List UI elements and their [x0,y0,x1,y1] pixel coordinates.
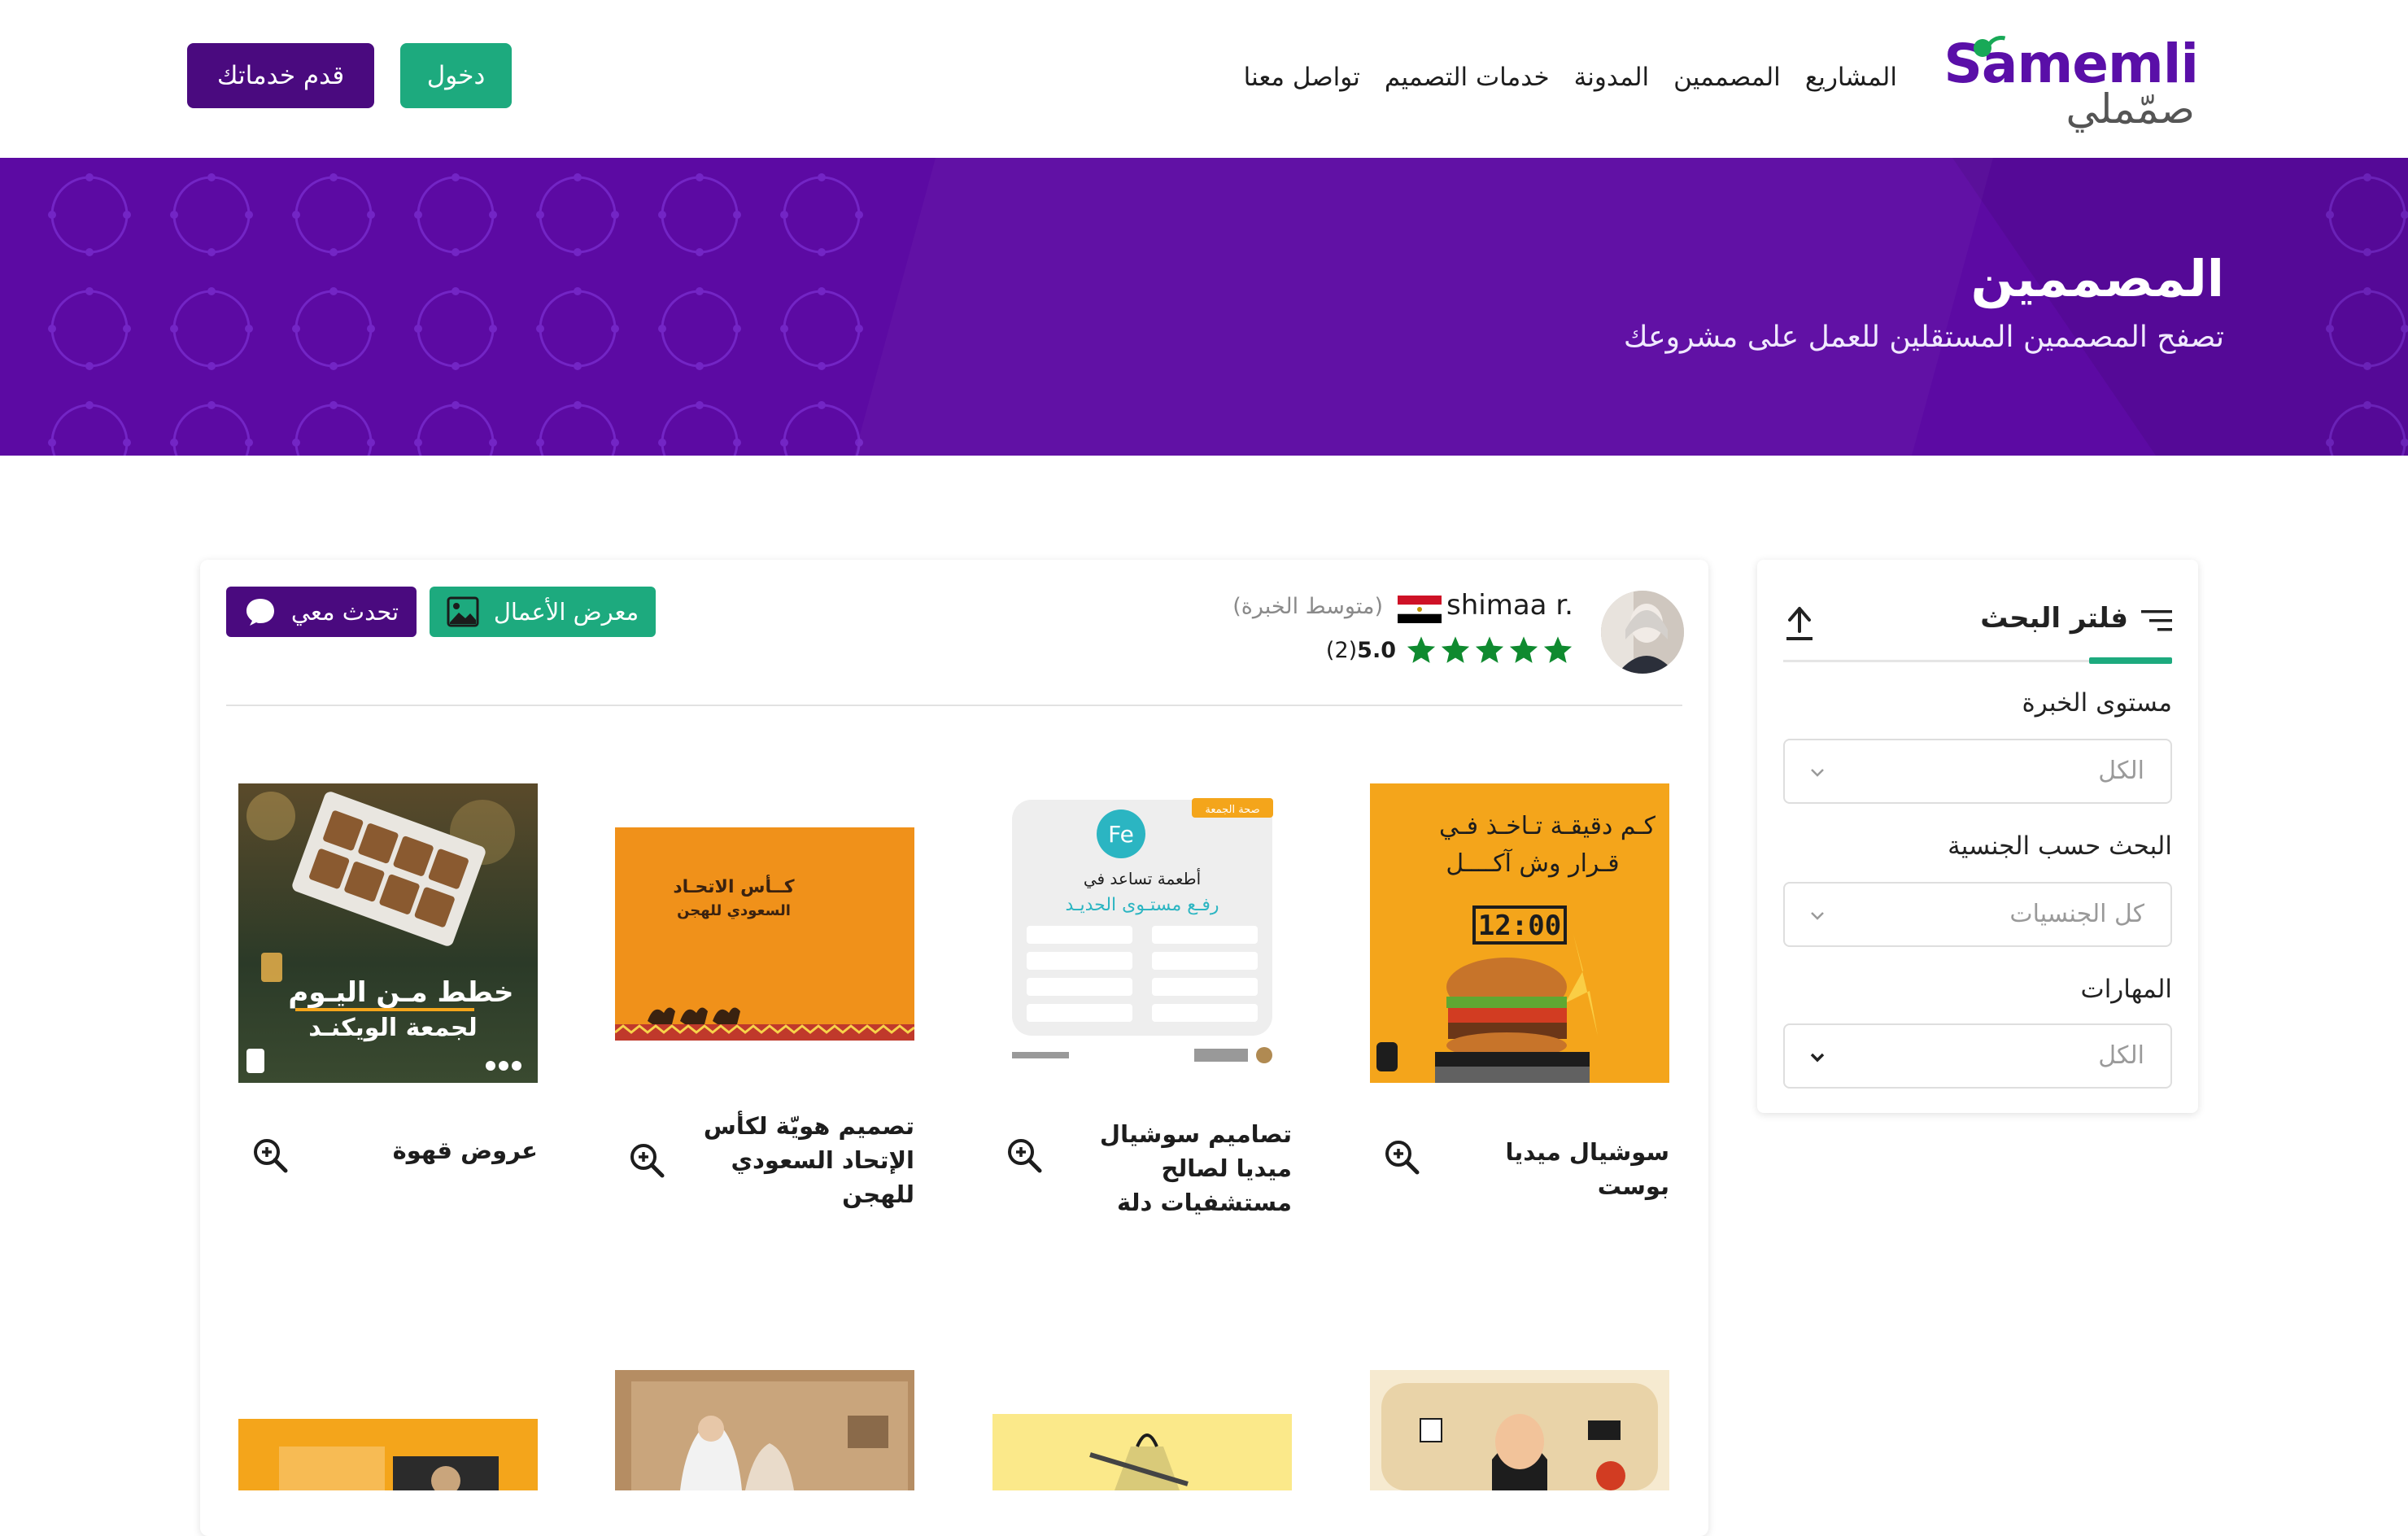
thumb-text: لجمعة الويكنـد [308,1014,477,1042]
zoom-in-icon[interactable] [628,1141,665,1179]
nationality-label: البحث حسب الجنسية [1948,831,2172,861]
collapse-upload-icon[interactable] [1783,605,1816,643]
thumb-text: خطط مـن اليـوم [288,976,513,1009]
nav-design-services[interactable]: خدمات التصميم [1385,63,1550,92]
experience-label: مستوى الخبرة [2022,688,2172,718]
star-icon [1509,636,1538,663]
nav-projects[interactable]: المشاريع [1805,63,1897,92]
main-nav: المشاريع المصممين المدونة خدمات التصميم … [1244,57,1897,98]
portfolio-thumbnail[interactable] [992,1414,1292,1490]
skills-label: المهارات [2080,975,2172,1004]
portfolio-thumbnail[interactable]: كــأس الاتحـاد السعودي للهجن [615,783,914,1083]
nav-designers[interactable]: المصممين [1673,63,1781,92]
thumb-text: كــأس الاتحـاد [673,874,794,897]
portfolio-thumbnail[interactable]: صحة الجمعة Fe أطعمة تساعد في رفـع مستـوى… [992,783,1292,1083]
thumb-text: السعودي للهجن [677,902,791,919]
egypt-flag-icon [1398,596,1442,623]
gallery-icon [447,596,479,627]
logo-dot [1974,39,1991,57]
rating-score: (2)5.0 [1326,638,1396,663]
portfolio-item-title[interactable]: تصميم هويّة لكأس الإتحاد السعودي للهجن [703,1109,914,1211]
designer-card: shimaa r. (متوسط الخبرة) (2)5.0 معرض الأ… [200,560,1708,1536]
experience-level: (متوسط الخبرة) [1232,594,1383,619]
page-subtitle: تصفح المصممين المستقلين للعمل على مشروعك [1623,321,2224,354]
thumb-text: كـم دقيقـة تـاخـذ فـي [1439,812,1656,840]
card-divider [226,705,1682,706]
zoom-in-icon[interactable] [1006,1137,1043,1174]
avatar[interactable] [1601,591,1684,674]
chevron-down-icon [1811,912,1824,920]
star-icon [1441,636,1470,663]
page-title: المصممين [1970,249,2224,308]
designer-name[interactable]: shimaa r. [1446,589,1573,622]
portfolio-item[interactable]: كـم دقيقـة تـاخـذ فـي قـرار وش آكــــل 1… [1370,783,1669,1200]
portfolio-item[interactable]: خطط مـن اليـوم لجمعة الويكنـد عروض قهوة [238,783,538,1173]
rating-value: 5.0 [1357,638,1396,663]
thumb-text: قـرار وش آكــــل [1446,849,1619,878]
chat-button[interactable]: تحدث معي [226,587,417,637]
zoom-in-icon[interactable] [1383,1138,1420,1176]
star-icon [1475,636,1504,663]
skills-select[interactable]: الكل [1783,1023,2172,1089]
nationality-select-value: كل الجنسيات [2009,900,2144,928]
nationality-select[interactable]: كل الجنسيات [1783,882,2172,947]
login-button[interactable]: دخول [400,43,512,108]
filter-title: فلتر البحث [1980,602,2128,635]
thumb-text: Fe [1108,821,1134,848]
experience-select[interactable]: الكل [1783,739,2172,804]
portfolio-thumbnail[interactable]: كـم دقيقـة تـاخـذ فـي قـرار وش آكــــل 1… [1370,783,1669,1083]
review-count: (2) [1325,638,1358,663]
experience-select-value: الكل [2098,757,2144,785]
portfolio-item[interactable]: صحة الجمعة Fe أطعمة تساعد في رفـع مستـوى… [992,783,1292,1216]
thumb-clock: 12:00 [1478,910,1561,942]
thumb-text: رفـع مستـوى الحديـد [1065,895,1219,915]
search-filter-panel: فلتر البحث مستوى الخبرة الكل البحث حسب ا… [1757,560,2198,1113]
site-logo[interactable]: Samemli صمّملي [1943,29,2199,132]
portfolio-item-title[interactable]: سوشيال ميديا بوست [1458,1135,1669,1203]
logo-arabic-text: صمّملي [2066,85,2196,133]
site-header: Samemli صمّملي المشاريع المصممين المدونة… [0,0,2408,158]
chevron-down-icon [1810,1053,1825,1063]
portfolio-thumbnail[interactable] [615,1370,914,1490]
nav-blog[interactable]: المدونة [1574,63,1649,92]
zoom-in-icon[interactable] [251,1137,289,1174]
portfolio-thumbnail[interactable] [238,1419,538,1490]
portfolio-item-title[interactable]: عروض قهوة [326,1133,538,1167]
portfolio-item-title[interactable]: تصاميم سوشيال ميديا لصالح مستشفيات دلة [1080,1117,1292,1220]
skills-select-value: الكل [2098,1041,2144,1070]
nav-contact[interactable]: تواصل معنا [1244,63,1360,92]
star-icon [1543,636,1573,663]
portfolio-thumbnail[interactable] [1370,1370,1669,1490]
thumb-text: صحة الجمعة [1205,804,1259,816]
offer-services-button[interactable]: قدم خدماتك [187,43,374,108]
filter-icon [2141,610,2172,631]
portfolio-button[interactable]: معرض الأعمال [430,587,656,637]
chat-button-label: تحدث معي [290,598,399,626]
hero-banner: المصممين تصفح المصممين المستقلين للعمل ع… [0,158,2408,456]
portfolio-button-label: معرض الأعمال [493,598,639,626]
portfolio-thumbnail[interactable]: خطط مـن اليـوم لجمعة الويكنـد [238,783,538,1083]
star-icon [1407,636,1436,663]
portfolio-item[interactable]: كــأس الاتحـاد السعودي للهجن تصميم هويّة… [615,783,914,1208]
rating-stars [1406,635,1573,665]
avatar-image [1601,591,1684,674]
filter-active-indicator [2089,657,2172,664]
thumb-text: أطعمة تساعد في [1084,868,1201,889]
chat-bubble-icon [246,599,274,626]
chevron-down-icon [1811,769,1824,777]
